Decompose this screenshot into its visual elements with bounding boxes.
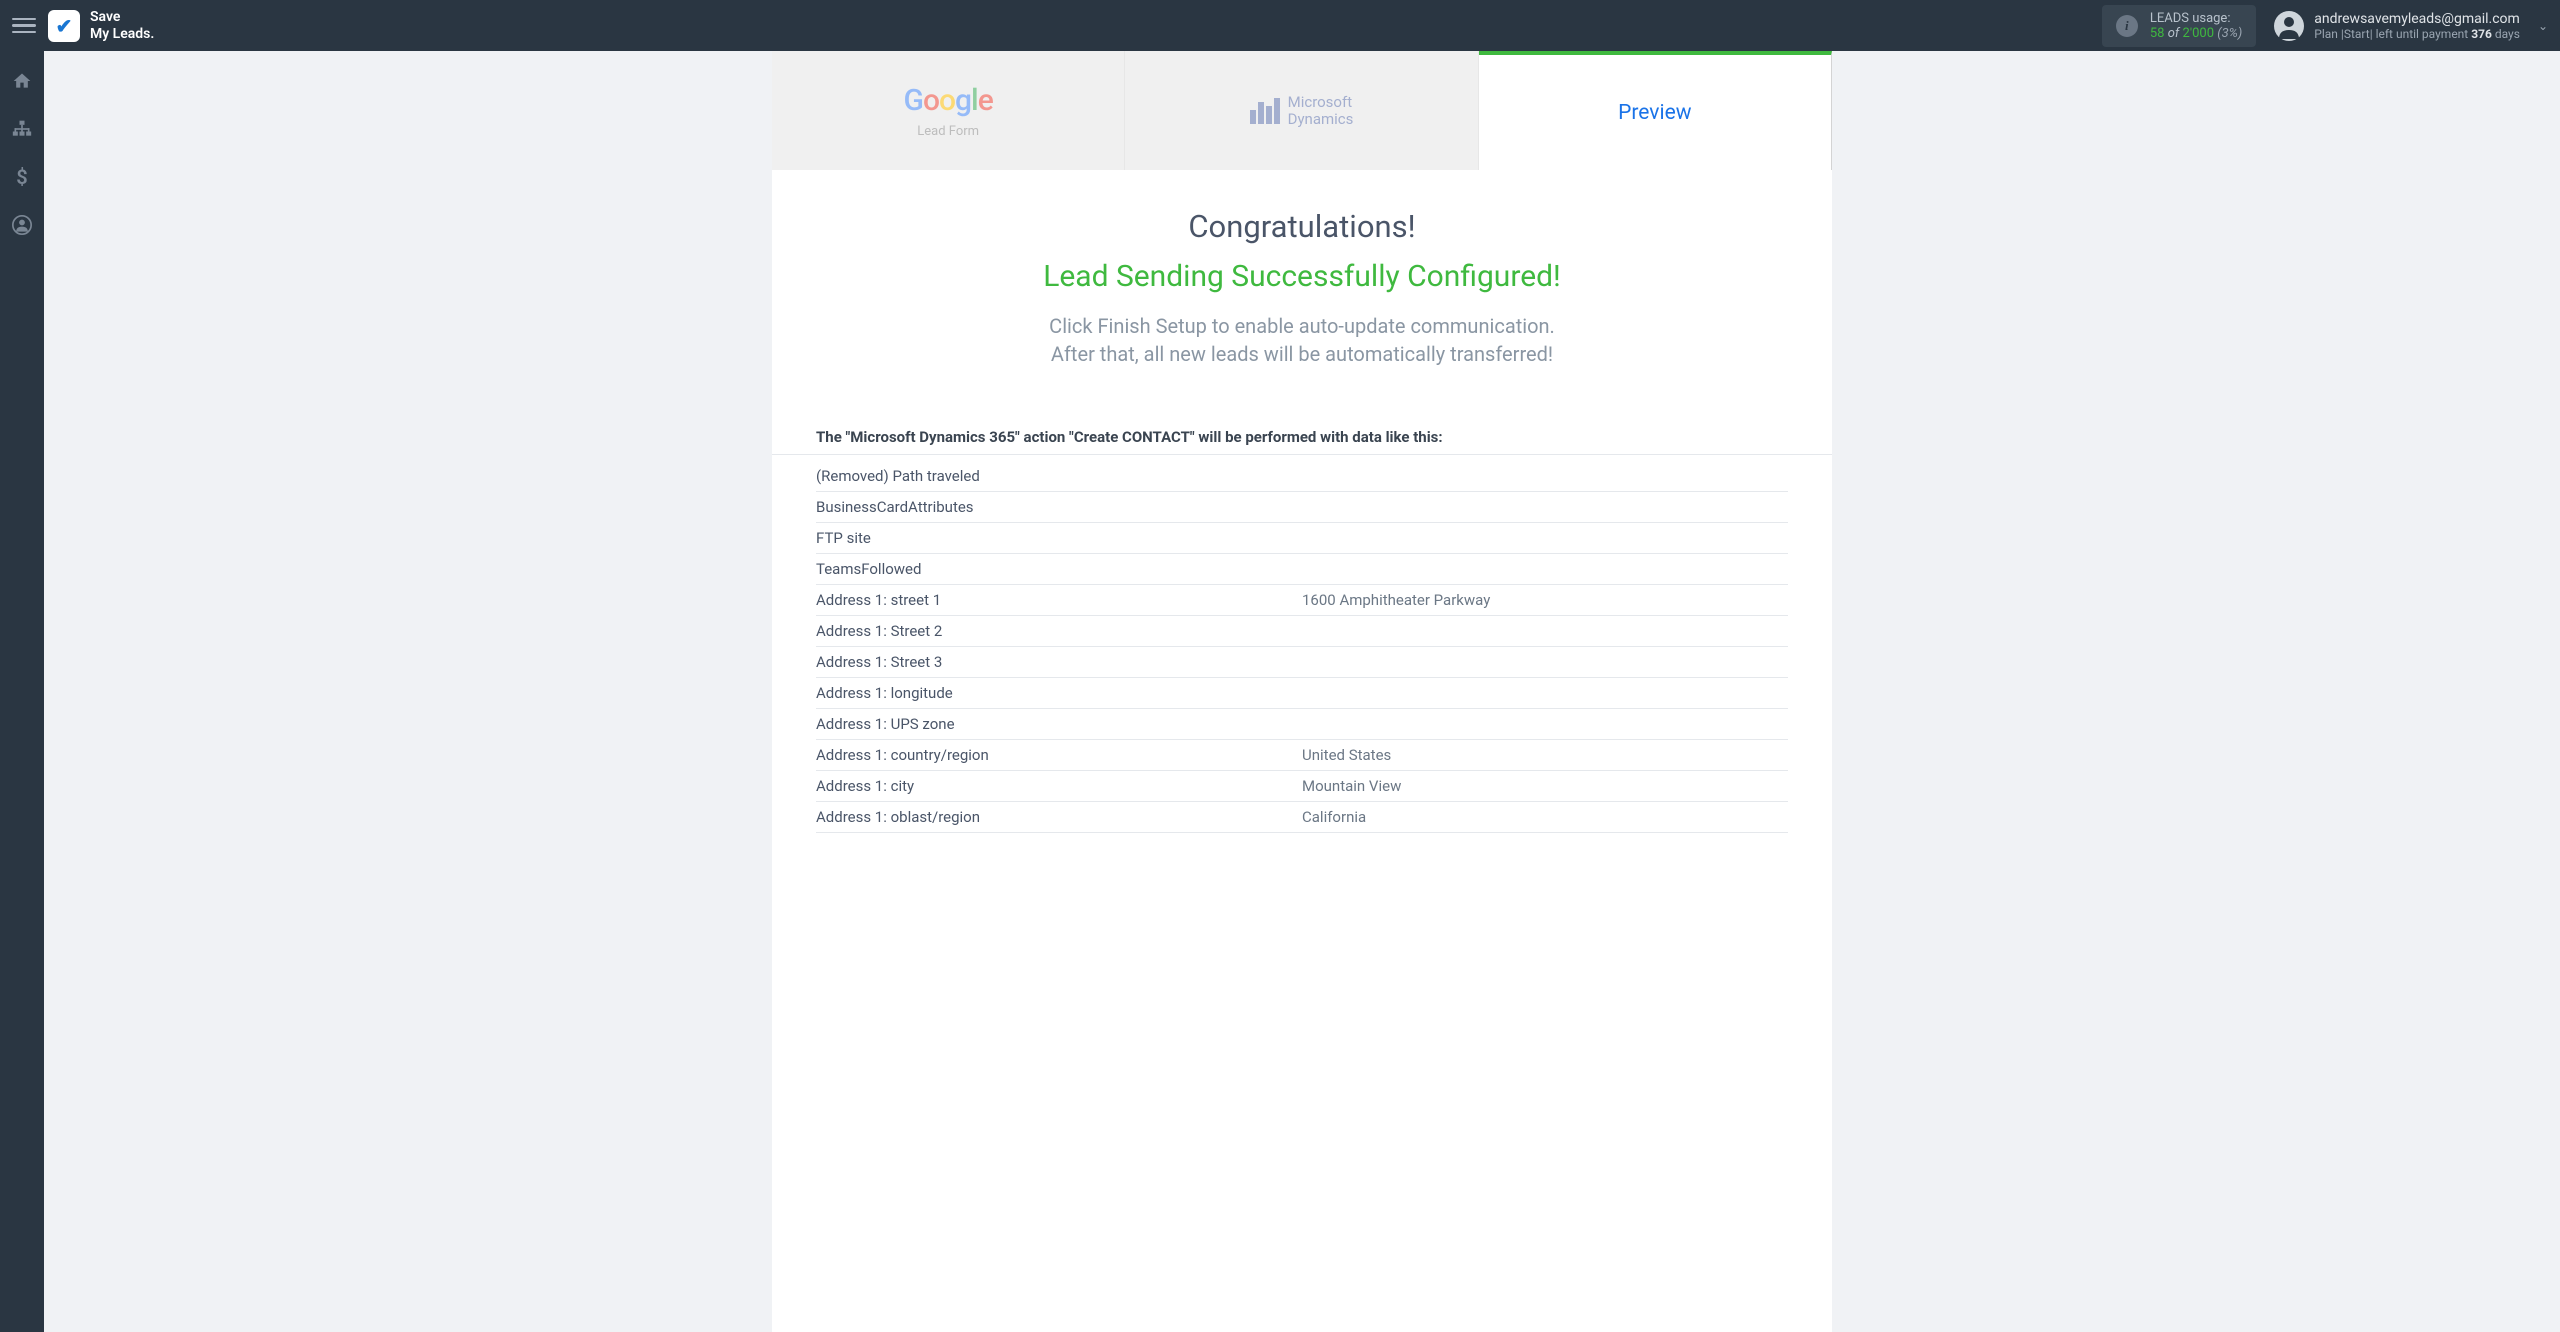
congrats-subtitle: Lead Sending Successfully Configured! <box>812 259 1792 294</box>
row-key: Address 1: city <box>816 777 1302 795</box>
table-row: Address 1: Street 3 <box>816 647 1788 678</box>
row-value <box>1302 529 1788 547</box>
table-row: FTP site <box>816 523 1788 554</box>
row-key: (Removed) Path traveled <box>816 467 1302 485</box>
table-row: Address 1: Street 2 <box>816 616 1788 647</box>
tab-preview-label: Preview <box>1618 101 1691 125</box>
table-row: (Removed) Path traveled <box>816 461 1788 492</box>
usage-of: of <box>2168 26 2180 41</box>
row-value: California <box>1302 808 1788 826</box>
brand-logo-icon[interactable]: ✔ <box>48 10 80 42</box>
tab-preview[interactable]: Preview <box>1479 51 1832 170</box>
congrats-title: Congratulations! <box>812 208 1792 245</box>
row-key: Address 1: Street 3 <box>816 653 1302 671</box>
usage-percent: (3%) <box>2217 26 2242 41</box>
user-icon[interactable] <box>11 214 33 236</box>
table-row: Address 1: oblast/regionCalifornia <box>816 802 1788 833</box>
info-icon: i <box>2116 15 2138 37</box>
row-value: United States <box>1302 746 1788 764</box>
congrats-desc-2: After that, all new leads will be automa… <box>812 340 1792 368</box>
wizard-tabs: Google Lead Form Microsoft <box>772 51 1832 170</box>
row-key: Address 1: country/region <box>816 746 1302 764</box>
row-value: 1600 Amphitheater Parkway <box>1302 591 1788 609</box>
main-content: Google Lead Form Microsoft <box>44 0 2560 1332</box>
usage-max: 2'000 <box>2183 26 2215 41</box>
row-value <box>1302 653 1788 671</box>
avatar-icon <box>2274 11 2304 41</box>
dollar-icon[interactable]: $ <box>11 166 33 188</box>
row-key: Address 1: Street 2 <box>816 622 1302 640</box>
sitemap-icon[interactable] <box>11 118 33 140</box>
row-value: Mountain View <box>1302 777 1788 795</box>
row-value <box>1302 560 1788 578</box>
leads-usage-box[interactable]: i LEADS usage: 58 of 2'000 (3%) <box>2102 5 2256 47</box>
data-preview-intro: The "Microsoft Dynamics 365" action "Cre… <box>772 428 1832 455</box>
user-menu[interactable]: andrewsavemyleads@gmail.com Plan |Start|… <box>2274 11 2548 41</box>
row-key: BusinessCardAttributes <box>816 498 1302 516</box>
tab-google-label: Lead Form <box>917 124 979 139</box>
data-preview-table: (Removed) Path traveled BusinessCardAttri… <box>816 461 1788 833</box>
table-row: Address 1: country/regionUnited States <box>816 740 1788 771</box>
row-key: Address 1: longitude <box>816 684 1302 702</box>
table-row: TeamsFollowed <box>816 554 1788 585</box>
row-value <box>1302 622 1788 640</box>
google-logo-icon: Google <box>904 83 993 118</box>
home-icon[interactable] <box>11 70 33 92</box>
row-value <box>1302 498 1788 516</box>
sidebar: $ <box>0 0 44 1332</box>
row-key: Address 1: oblast/region <box>816 808 1302 826</box>
row-key: Address 1: UPS zone <box>816 715 1302 733</box>
congratulations-block: Congratulations! Lead Sending Successful… <box>772 170 1832 398</box>
dynamics-logo-icon: Microsoft Dynamics <box>1250 94 1354 127</box>
table-row: Address 1: street 11600 Amphitheater Par… <box>816 585 1788 616</box>
usage-current: 58 <box>2150 26 2165 41</box>
hamburger-menu-icon[interactable] <box>12 14 36 38</box>
user-plan: Plan |Start| left until payment 376 days <box>2314 27 2520 41</box>
row-value <box>1302 467 1788 485</box>
table-row: Address 1: longitude <box>816 678 1788 709</box>
table-row: BusinessCardAttributes <box>816 492 1788 523</box>
row-value <box>1302 715 1788 733</box>
table-row: Address 1: cityMountain View <box>816 771 1788 802</box>
row-key: FTP site <box>816 529 1302 547</box>
congrats-desc-1: Click Finish Setup to enable auto-update… <box>812 312 1792 340</box>
chevron-down-icon: ⌄ <box>2538 19 2548 33</box>
row-value <box>1302 684 1788 702</box>
usage-label: LEADS usage: <box>2150 11 2242 26</box>
row-key: Address 1: street 1 <box>816 591 1302 609</box>
brand-name: Save My Leads. <box>90 9 154 43</box>
tab-google-lead-form[interactable]: Google Lead Form <box>772 51 1125 170</box>
top-header: ✔ Save My Leads. i LEADS usage: 58 of 2'… <box>0 0 2560 51</box>
row-key: TeamsFollowed <box>816 560 1302 578</box>
table-row: Address 1: UPS zone <box>816 709 1788 740</box>
user-email: andrewsavemyleads@gmail.com <box>2314 11 2520 27</box>
tab-microsoft-dynamics[interactable]: Microsoft Dynamics <box>1125 51 1478 170</box>
